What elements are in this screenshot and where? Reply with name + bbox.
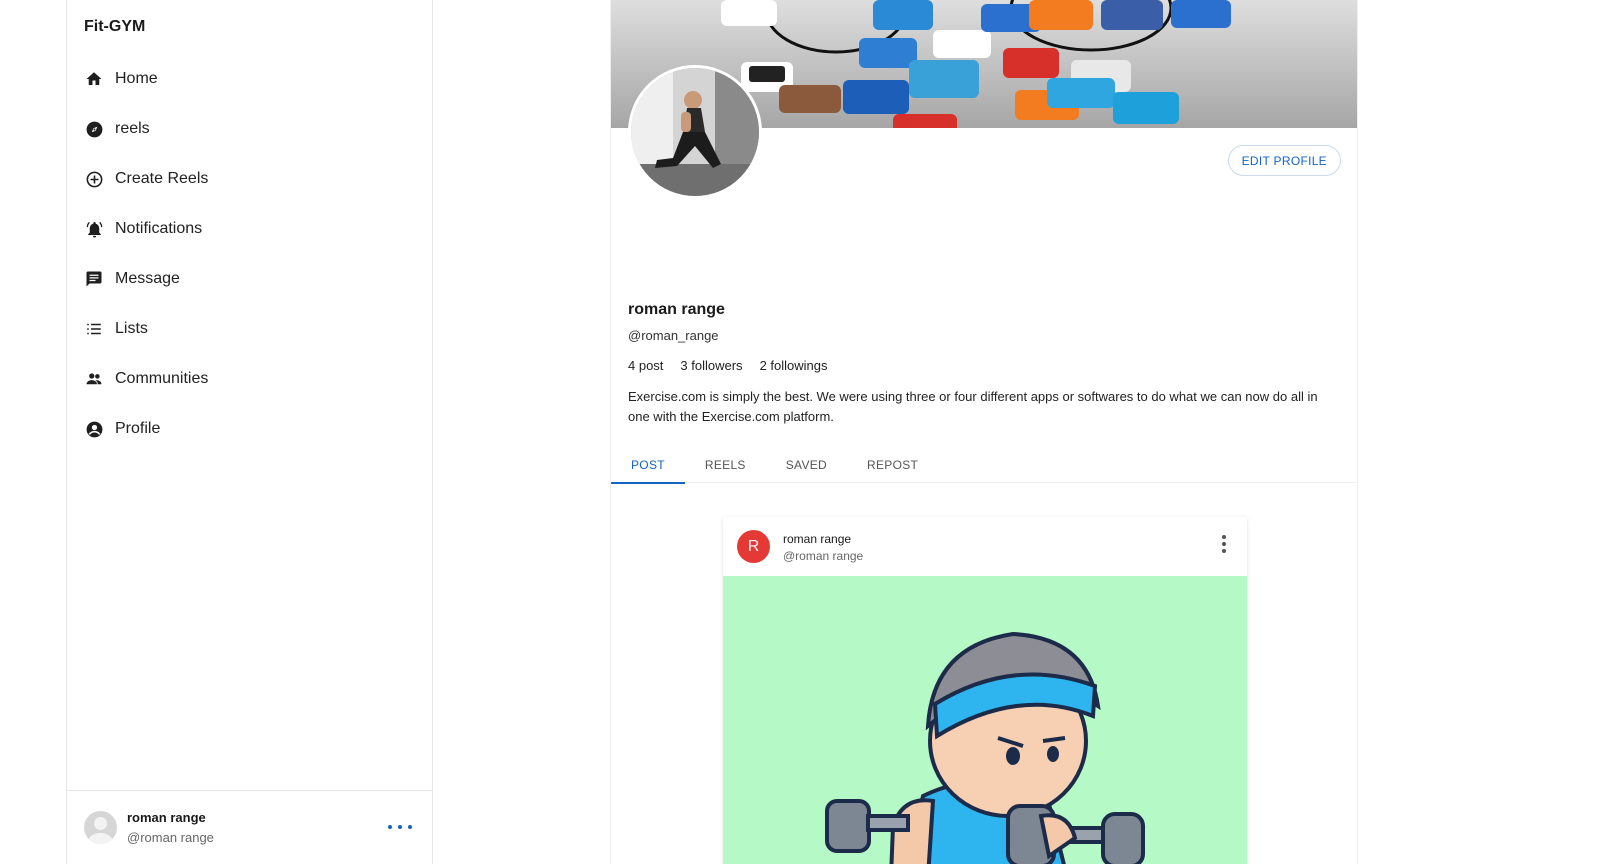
sidebar-item-label: Home <box>115 70 158 87</box>
more-horizontal-icon[interactable] <box>388 819 412 835</box>
people-icon <box>84 369 104 389</box>
sidebar-nav: Home reels Create Reels Notifications Me… <box>67 54 432 454</box>
sidebar: Fit-GYM Home reels Create Reels Notifica… <box>66 0 433 864</box>
tab-saved[interactable]: SAVED <box>766 447 847 483</box>
sidebar-item-label: Communities <box>115 370 209 387</box>
followings-count[interactable]: 2 followings <box>760 358 828 373</box>
tab-reels[interactable]: REELS <box>685 447 766 483</box>
post-count[interactable]: 4 post <box>628 358 663 373</box>
account-circle-icon <box>84 419 104 439</box>
sidebar-item-lists[interactable]: Lists <box>67 304 432 354</box>
sidebar-item-message[interactable]: Message <box>67 254 432 304</box>
message-icon <box>84 269 104 289</box>
sidebar-item-reels[interactable]: reels <box>67 104 432 154</box>
edit-profile-button[interactable]: EDIT PROFILE <box>1227 145 1341 176</box>
sidebar-item-profile[interactable]: Profile <box>67 404 432 454</box>
sidebar-item-label: Profile <box>115 420 161 437</box>
sidebar-item-label: reels <box>115 120 150 137</box>
profile-panel: EDIT PROFILE roman range @roman_range 4 … <box>610 0 1358 864</box>
sidebar-item-label: Lists <box>115 320 148 337</box>
list-icon <box>84 319 104 339</box>
post-image[interactable] <box>723 576 1247 864</box>
avatar[interactable]: R <box>737 530 770 563</box>
tab-repost[interactable]: REPOST <box>847 447 938 483</box>
sidebar-item-home[interactable]: Home <box>67 54 432 104</box>
post-header: R roman range @roman range <box>723 517 1247 576</box>
sidebar-item-notifications[interactable]: Notifications <box>67 204 432 254</box>
profile-bio: Exercise.com is simply the best. We were… <box>628 389 1318 424</box>
bell-icon <box>84 219 104 239</box>
followers-count[interactable]: 3 followers <box>680 358 742 373</box>
home-icon <box>84 69 104 89</box>
sidebar-item-label: Message <box>115 270 180 287</box>
account-info: roman range @roman range <box>127 810 214 845</box>
avatar <box>84 811 117 844</box>
profile-stats: 4 post 3 followers 2 followings <box>628 358 828 373</box>
sidebar-item-create-reels[interactable]: Create Reels <box>67 154 432 204</box>
post-card: R roman range @roman range <box>723 517 1247 864</box>
profile-handle: @roman_range <box>628 328 719 343</box>
profile-name: roman range <box>628 301 725 318</box>
post-author-name: roman range <box>783 532 852 546</box>
tab-post[interactable]: POST <box>611 447 685 484</box>
profile-avatar[interactable] <box>628 65 762 199</box>
profile-tabs: POST REELS SAVED REPOST <box>611 447 1357 484</box>
sidebar-item-label: Notifications <box>115 220 203 237</box>
account-switcher[interactable]: roman range @roman range <box>67 790 432 864</box>
sidebar-item-communities[interactable]: Communities <box>67 354 432 404</box>
add-circle-icon <box>84 169 104 189</box>
account-handle: @roman range <box>127 830 214 845</box>
compass-icon <box>84 119 104 139</box>
account-name: roman range <box>127 810 206 825</box>
brand-title[interactable]: Fit-GYM <box>84 18 145 36</box>
post-author-handle: @roman range <box>783 549 864 563</box>
more-vertical-icon[interactable] <box>1221 535 1227 553</box>
sidebar-item-label: Create Reels <box>115 170 209 187</box>
